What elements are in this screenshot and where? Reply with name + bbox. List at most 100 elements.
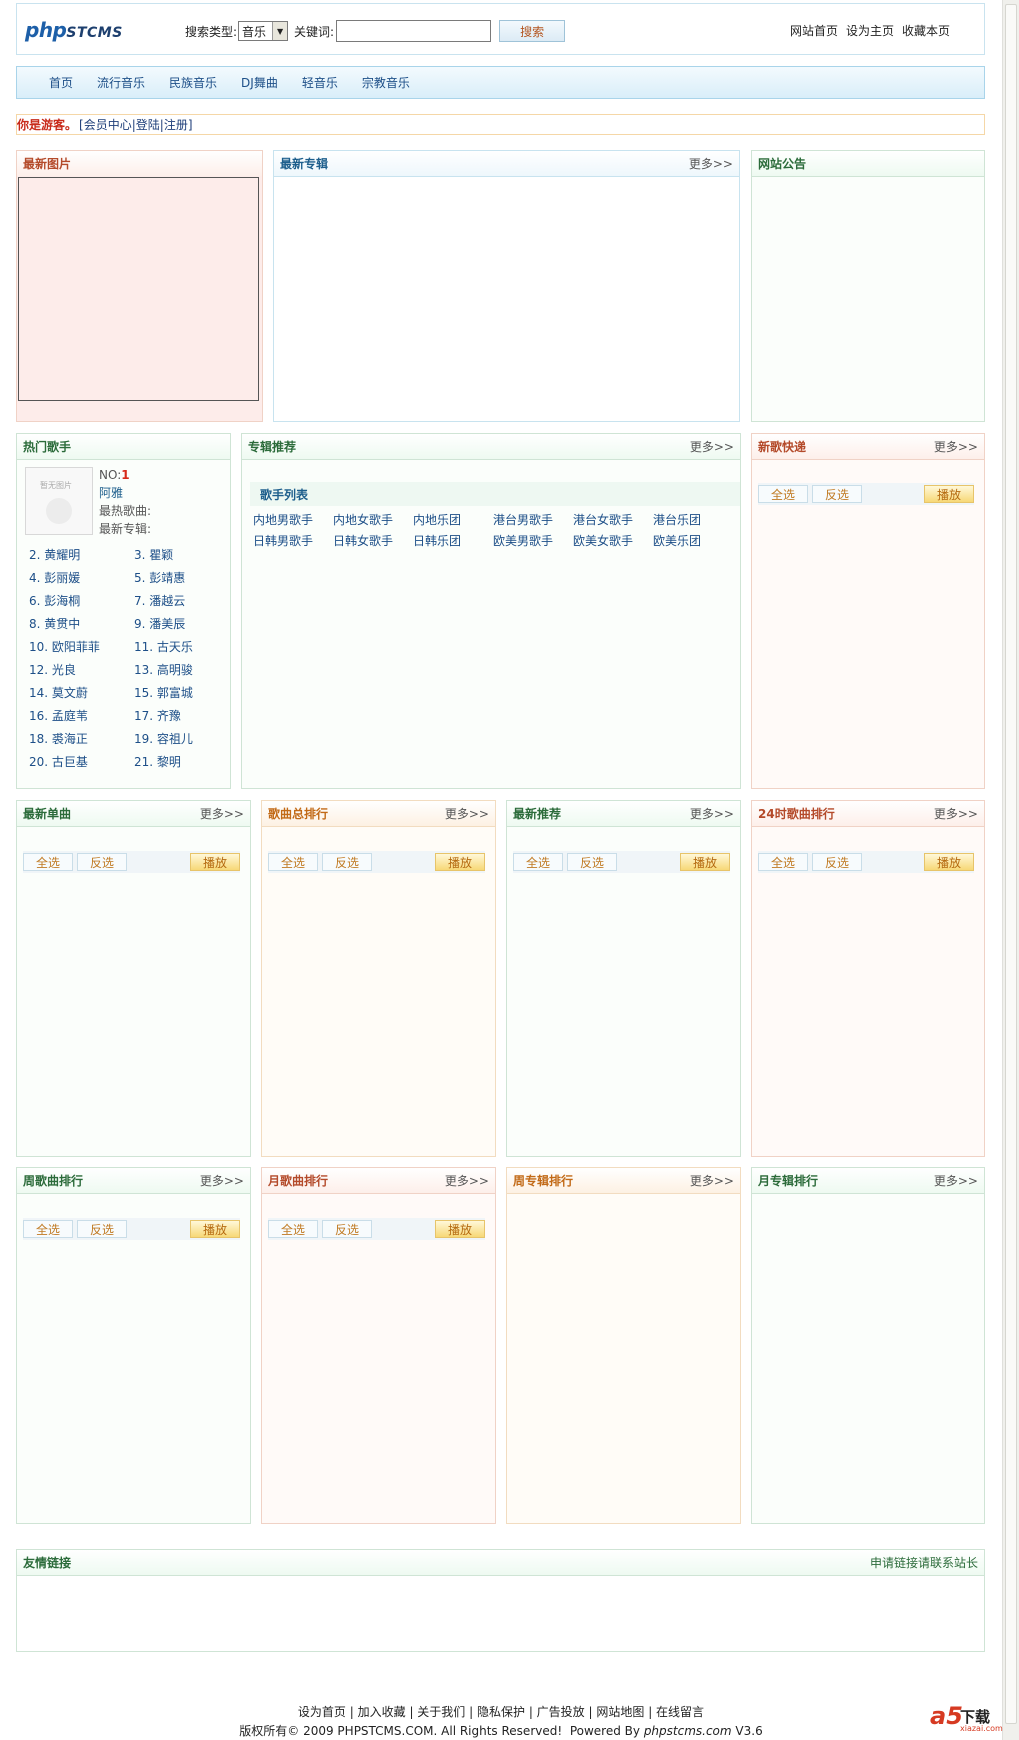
more-link[interactable]: 更多>> xyxy=(690,1172,734,1189)
vertical-scrollbar[interactable] xyxy=(1002,0,1019,1740)
singer-name[interactable]: 阿雅 xyxy=(99,484,151,502)
panel-header: 专辑推荐 更多>> xyxy=(242,434,740,460)
more-link[interactable]: 更多>> xyxy=(445,1172,489,1189)
artist-category[interactable]: 港台乐团 xyxy=(653,512,733,528)
top-link-home[interactable]: 网站首页 xyxy=(790,22,838,39)
footer-link[interactable]: 在线留言 xyxy=(656,1705,704,1719)
more-link[interactable]: 更多>> xyxy=(690,805,734,822)
invert-selection-button[interactable]: 反选 xyxy=(812,853,862,871)
play-button[interactable]: 播放 xyxy=(924,485,974,503)
select-all-button[interactable]: 全选 xyxy=(758,853,808,871)
invert-selection-button[interactable]: 反选 xyxy=(322,1220,372,1238)
footer-link[interactable]: 隐私保护 xyxy=(477,1705,525,1719)
singer-item[interactable]: 7. 潘越云 xyxy=(134,592,219,610)
powered-site[interactable]: phpstcms.com xyxy=(644,1724,732,1738)
artist-category[interactable]: 欧美女歌手 xyxy=(573,533,653,549)
top-link-bookmark[interactable]: 收藏本页 xyxy=(902,22,950,39)
apply-link[interactable]: 申请链接请联系站长 xyxy=(870,1554,978,1571)
artist-category[interactable]: 日韩乐团 xyxy=(413,533,493,549)
more-link[interactable]: 更多>> xyxy=(200,1172,244,1189)
scrollbar-thumb[interactable] xyxy=(1005,4,1017,1724)
more-link[interactable]: 更多>> xyxy=(445,805,489,822)
login-link[interactable]: 登陆 xyxy=(136,116,160,133)
singer-item[interactable]: 19. 容祖儿 xyxy=(134,730,219,748)
play-button[interactable]: 播放 xyxy=(190,853,240,871)
nav-religious[interactable]: 宗教音乐 xyxy=(360,74,412,91)
select-all-button[interactable]: 全选 xyxy=(268,1220,318,1238)
invert-selection-button[interactable]: 反选 xyxy=(812,485,862,503)
play-button[interactable]: 播放 xyxy=(924,853,974,871)
select-all-button[interactable]: 全选 xyxy=(268,853,318,871)
artist-category[interactable]: 日韩男歌手 xyxy=(253,533,333,549)
artist-category[interactable]: 港台女歌手 xyxy=(573,512,653,528)
select-all-button[interactable]: 全选 xyxy=(23,853,73,871)
nav-light[interactable]: 轻音乐 xyxy=(300,74,340,91)
play-button[interactable]: 播放 xyxy=(680,853,730,871)
invert-selection-button[interactable]: 反选 xyxy=(567,853,617,871)
footer-link[interactable]: 关于我们 xyxy=(417,1705,465,1719)
singer-item[interactable]: 4. 彭丽媛 xyxy=(29,569,134,587)
chevron-down-icon[interactable]: ▼ xyxy=(272,22,288,40)
search-button[interactable]: 搜索 xyxy=(499,20,566,42)
artist-category[interactable]: 内地男歌手 xyxy=(253,512,333,528)
singer-item[interactable]: 21. 黎明 xyxy=(134,753,219,771)
search-type-select[interactable]: 音乐 ▼ xyxy=(238,21,289,41)
artist-category[interactable]: 港台男歌手 xyxy=(493,512,573,528)
site-logo[interactable]: phpSTCMS xyxy=(25,18,123,42)
footer-link[interactable]: 设为首页 xyxy=(298,1705,346,1719)
select-all-button[interactable]: 全选 xyxy=(758,485,808,503)
keyword-input[interactable] xyxy=(336,20,492,42)
more-link[interactable]: 更多>> xyxy=(690,438,734,455)
singer-item[interactable]: 16. 孟庭苇 xyxy=(29,707,134,725)
singer-photo[interactable]: 暂无图片 xyxy=(25,467,93,535)
artist-category[interactable]: 内地乐团 xyxy=(413,512,493,528)
singer-item[interactable]: 18. 裘海正 xyxy=(29,730,134,748)
artist-category[interactable]: 欧美乐团 xyxy=(653,533,733,549)
play-button[interactable]: 播放 xyxy=(435,853,485,871)
more-link[interactable]: 更多>> xyxy=(934,1172,978,1189)
invert-selection-button[interactable]: 反选 xyxy=(77,1220,127,1238)
more-link[interactable]: 更多>> xyxy=(689,155,733,172)
more-link[interactable]: 更多>> xyxy=(934,805,978,822)
singer-item[interactable]: 5. 彭靖惠 xyxy=(134,569,219,587)
footer-link[interactable]: 网站地图 xyxy=(596,1705,644,1719)
more-link[interactable]: 更多>> xyxy=(934,438,978,455)
invert-selection-button[interactable]: 反选 xyxy=(322,853,372,871)
nav-dj[interactable]: DJ舞曲 xyxy=(239,74,280,91)
footer-link[interactable]: 加入收藏 xyxy=(358,1705,406,1719)
singer-item[interactable]: 13. 高明骏 xyxy=(134,661,219,679)
singer-item[interactable]: 12. 光良 xyxy=(29,661,134,679)
nav-folk[interactable]: 民族音乐 xyxy=(167,74,219,91)
nav-pop[interactable]: 流行音乐 xyxy=(95,74,147,91)
artist-category[interactable]: 欧美男歌手 xyxy=(493,533,573,549)
singer-item[interactable]: 17. 齐豫 xyxy=(134,707,219,725)
select-all-button[interactable]: 全选 xyxy=(513,853,563,871)
new-songs-panel: 新歌快递 更多>> 全选 反选 播放 xyxy=(751,433,985,789)
register-link[interactable]: 注册 xyxy=(164,116,188,133)
singer-item[interactable]: 10. 欧阳菲菲 xyxy=(29,638,134,656)
select-all-button[interactable]: 全选 xyxy=(23,1220,73,1238)
more-link[interactable]: 更多>> xyxy=(200,805,244,822)
picture-frame[interactable] xyxy=(18,177,259,401)
singer-item[interactable]: 6. 彭海桐 xyxy=(29,592,134,610)
singer-item[interactable]: 20. 古巨基 xyxy=(29,753,134,771)
member-center-link[interactable]: 会员中心 xyxy=(84,116,132,133)
keyword-label: 关键词: xyxy=(294,24,335,39)
singer-item[interactable]: 15. 郭富城 xyxy=(134,684,219,702)
singer-item[interactable]: 14. 莫文蔚 xyxy=(29,684,134,702)
friend-links-panel: 友情链接 申请链接请联系站长 xyxy=(16,1549,985,1652)
invert-selection-button[interactable]: 反选 xyxy=(77,853,127,871)
footer-link[interactable]: 广告投放 xyxy=(537,1705,585,1719)
artist-category[interactable]: 日韩女歌手 xyxy=(333,533,413,549)
singer-item[interactable]: 9. 潘美辰 xyxy=(134,615,219,633)
top-link-set-home[interactable]: 设为主页 xyxy=(846,22,894,39)
play-button[interactable]: 播放 xyxy=(435,1220,485,1238)
singer-item[interactable]: 2. 黄耀明 xyxy=(29,546,134,564)
play-button[interactable]: 播放 xyxy=(190,1220,240,1238)
singer-item[interactable]: 8. 黄贯中 xyxy=(29,615,134,633)
artist-category[interactable]: 内地女歌手 xyxy=(333,512,413,528)
singer-item[interactable]: 11. 古天乐 xyxy=(134,638,219,656)
song-rank-panel: 歌曲总排行 更多>> 全选 反选 播放 xyxy=(261,800,496,1157)
nav-home[interactable]: 首页 xyxy=(47,74,75,91)
singer-item[interactable]: 3. 瞿颖 xyxy=(134,546,219,564)
